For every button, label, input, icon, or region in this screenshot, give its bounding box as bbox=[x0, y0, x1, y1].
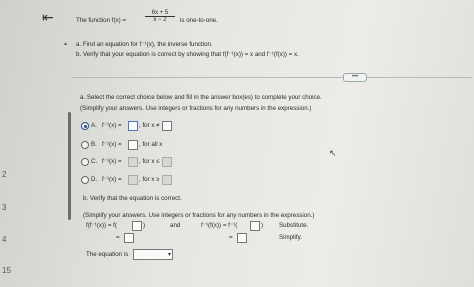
left-verify-expr: f(f⁻¹(x)) = f( bbox=[86, 222, 117, 229]
option-a-radio[interactable] bbox=[81, 122, 89, 130]
simplify-label: Simplify. bbox=[279, 234, 302, 241]
left-close-paren: ) bbox=[143, 222, 146, 229]
option-d-expr: f⁻¹(x) = bbox=[102, 176, 122, 183]
and-label: and bbox=[170, 222, 181, 229]
option-c-expr: f⁻¹(x) = bbox=[102, 158, 122, 165]
option-b-radio[interactable] bbox=[81, 141, 89, 149]
option-a-cond: , for x ≠ bbox=[139, 122, 160, 129]
option-a-cond-box[interactable] bbox=[162, 121, 172, 131]
part-b-hint: (Simplify your answers. Use integers or … bbox=[83, 212, 315, 219]
part-a-hint: (Simplify your answers. Use integers or … bbox=[80, 105, 312, 112]
part-b-title: b. Verify that the equation is correct. bbox=[83, 195, 182, 202]
option-b-cond: , for all x bbox=[139, 141, 163, 148]
background bbox=[0, 0, 474, 287]
option-c-letter: C. bbox=[91, 158, 98, 165]
option-d-cond: , for x ≥ bbox=[139, 176, 160, 183]
right-verify-expr: f⁻¹(f(x)) = f⁻¹( bbox=[201, 222, 238, 229]
left-equals: = bbox=[116, 234, 120, 241]
option-a-letter: A. bbox=[91, 122, 97, 129]
option-a-answer-box[interactable] bbox=[128, 121, 138, 131]
chevron-down-icon: ▾ bbox=[167, 252, 171, 258]
option-d-cond-box[interactable] bbox=[162, 175, 172, 185]
option-d-letter: D. bbox=[91, 176, 98, 183]
option-c-cond: , for x ≤ bbox=[139, 158, 160, 165]
back-arrow-icon[interactable]: ⇤ bbox=[42, 9, 54, 26]
right-equals: = bbox=[229, 234, 233, 241]
margin-number: 3 bbox=[2, 203, 7, 212]
fraction-numerator: 6x + 5 bbox=[145, 10, 175, 17]
left-simplify-box[interactable] bbox=[124, 233, 134, 243]
divider bbox=[72, 77, 472, 78]
option-b-expr: f⁻¹(x) = bbox=[102, 141, 122, 148]
right-simplify-box[interactable] bbox=[237, 233, 247, 243]
option-c-radio[interactable] bbox=[81, 158, 89, 166]
fraction-denominator: x − 2 bbox=[153, 17, 167, 23]
option-b-letter: B. bbox=[91, 141, 97, 148]
problem-suffix: is one-to-one. bbox=[180, 17, 218, 24]
collapse-triangle-icon[interactable]: ▲ bbox=[63, 41, 68, 47]
option-c-answer-box[interactable] bbox=[128, 157, 138, 167]
margin-number: 15 bbox=[2, 266, 11, 275]
option-d-answer-box[interactable] bbox=[128, 175, 138, 185]
problem-prefix: The function f(x) = bbox=[76, 17, 127, 24]
option-a-expr: f⁻¹(x) = bbox=[102, 122, 122, 129]
option-d-radio[interactable] bbox=[81, 176, 89, 184]
more-button[interactable]: ••• bbox=[343, 73, 367, 82]
problem-fraction: 6x + 5 x − 2 bbox=[145, 10, 175, 23]
task-b: b. Verify that your equation is correct … bbox=[76, 51, 299, 58]
equation-dropdown[interactable]: ▾ bbox=[133, 249, 173, 260]
scrollbar[interactable] bbox=[68, 112, 71, 220]
equation-is-label: The equation is bbox=[86, 251, 129, 258]
substitute-label: Substitute. bbox=[279, 222, 309, 229]
task-a: a. Find an equation for f⁻¹(x), the inve… bbox=[76, 41, 213, 48]
margin-number: 4 bbox=[2, 235, 7, 244]
part-a-instruction: a. Select the correct choice below and f… bbox=[80, 94, 322, 101]
right-substitute-box[interactable] bbox=[250, 221, 260, 231]
option-c-cond-box[interactable] bbox=[162, 157, 172, 167]
left-substitute-box[interactable] bbox=[132, 221, 142, 231]
margin-number: 2 bbox=[2, 170, 7, 179]
mouse-cursor-icon: ↖ bbox=[329, 148, 337, 158]
right-close-paren: ) bbox=[261, 222, 264, 229]
option-b-answer-box[interactable] bbox=[128, 140, 138, 150]
